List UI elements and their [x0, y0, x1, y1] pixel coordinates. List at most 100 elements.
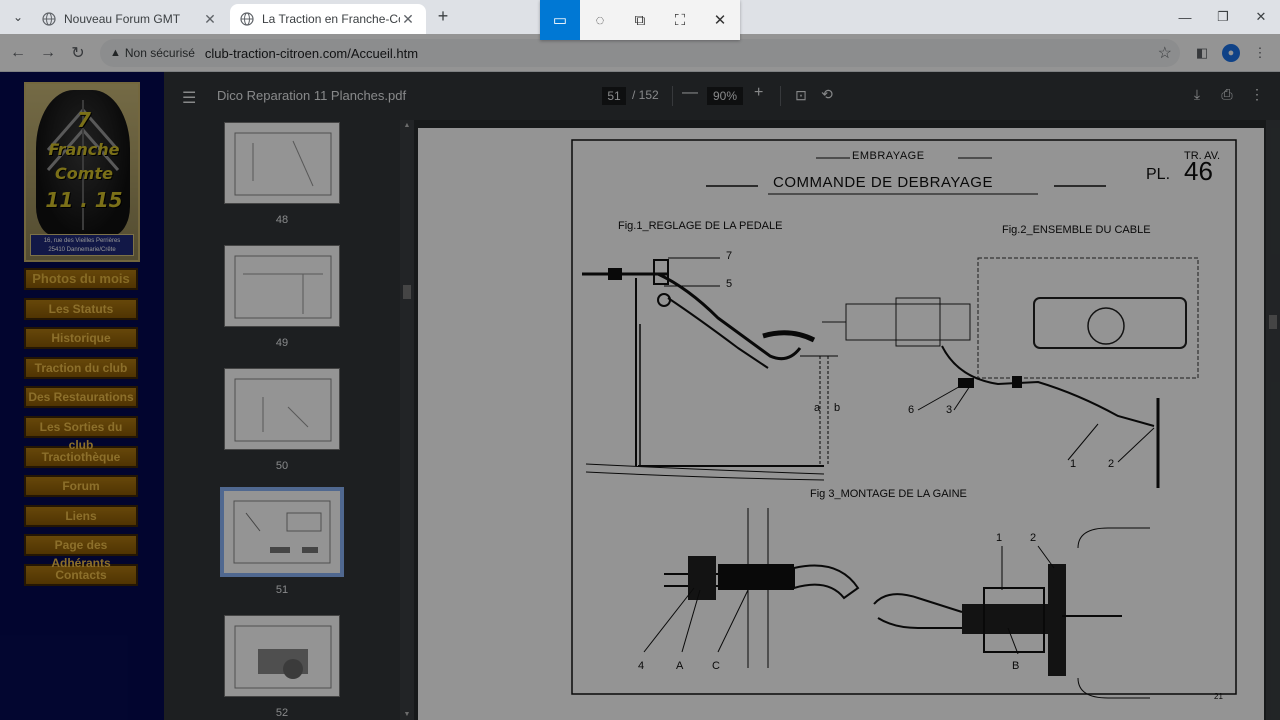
thumbnail-49[interactable]	[224, 245, 340, 327]
thumbnail-preview	[234, 378, 332, 442]
new-tab-button[interactable]: +	[432, 6, 454, 27]
menu-forum[interactable]: Forum	[24, 475, 138, 498]
globe-icon	[42, 12, 56, 26]
fig2-cable-drawing	[822, 257, 1199, 488]
url-text[interactable]: club-traction-citroen.com/Accueil.htm	[205, 46, 418, 61]
page-pl-label: PL.	[1146, 166, 1171, 183]
toolbar-icons: ◧ ● ⋮	[1190, 41, 1272, 65]
menu-les-statuts[interactable]: Les Statuts	[24, 297, 138, 320]
menu-kebab-icon[interactable]: ⋮	[1248, 41, 1272, 65]
tab-search-button[interactable]: ⌄	[8, 7, 28, 27]
label-fig3-2: 2	[1030, 532, 1037, 544]
fullscreen-snip-icon[interactable]: ⛶	[660, 0, 700, 40]
scrollbar-thumb[interactable]	[1269, 315, 1277, 329]
close-icon[interactable]: ✕	[400, 11, 416, 28]
thumbnail-preview	[234, 255, 332, 319]
page-main-title: COMMANDE DE DEBRAYAGE	[773, 174, 993, 191]
close-window-icon[interactable]: ✕	[1242, 0, 1280, 34]
side-panel-icon[interactable]: ◧	[1190, 41, 1214, 65]
label-B: B	[1012, 660, 1020, 672]
document-view[interactable]: EMBRAYAGE COMMANDE DE DEBRAYAGE TR. AV. …	[414, 120, 1266, 720]
window-controls: — ❐ ✕	[1166, 0, 1280, 34]
window-snip-icon[interactable]: ⧉	[620, 0, 660, 40]
freeform-snip-icon[interactable]: ◌	[580, 0, 620, 40]
thumbnail-preview	[233, 500, 331, 564]
document-scrollbar[interactable]	[1266, 120, 1280, 720]
label-b: b	[834, 402, 841, 414]
label-6: 6	[908, 404, 915, 416]
warning-icon: ▲	[110, 47, 121, 59]
minimize-icon[interactable]: —	[1166, 0, 1204, 34]
logo-text-comte: Comte	[55, 164, 113, 183]
tab-title: Nouveau Forum GMT	[64, 12, 181, 26]
menu-traction-du-club[interactable]: Traction du club	[24, 356, 138, 379]
menu-icon[interactable]: ☰	[182, 88, 196, 108]
site-menu: Photos du mois Les Statuts Historique Tr…	[24, 268, 140, 594]
close-snip-icon[interactable]: ✕	[700, 0, 740, 40]
page-number-input[interactable]: 51	[602, 87, 626, 105]
security-label: Non sécurisé	[124, 46, 195, 60]
globe-icon	[240, 12, 254, 26]
divider	[780, 86, 781, 106]
tab-nouveau-forum[interactable]: Nouveau Forum GMT ✕	[32, 4, 228, 34]
thumbnail-number: 49	[275, 337, 289, 349]
zoom-in-icon[interactable]: +	[754, 84, 763, 102]
download-icon[interactable]: ⤓	[1188, 86, 1206, 104]
rectangle-snip-icon[interactable]: ▭	[540, 0, 580, 40]
thumbnail-48[interactable]	[224, 122, 340, 204]
pdf-page-51: EMBRAYAGE COMMANDE DE DEBRAYAGE TR. AV. …	[418, 128, 1264, 720]
pdf-actions: ⤓ ⎙ ⋮	[1188, 86, 1266, 104]
thumbnail-preview	[234, 625, 332, 689]
zoom-out-icon[interactable]: —	[682, 84, 698, 102]
reload-icon[interactable]: ↻	[66, 41, 90, 65]
more-options-icon[interactable]: ⋮	[1248, 86, 1266, 104]
scrollbar-thumb[interactable]	[403, 285, 411, 299]
address-bar[interactable]: ▲ Non sécurisé club-traction-citroen.com…	[100, 39, 1180, 67]
tab-la-traction[interactable]: La Traction en Franche-Comté ✕	[230, 4, 426, 34]
thumbnail-50[interactable]	[224, 368, 340, 450]
menu-contacts[interactable]: Contacts	[24, 563, 138, 586]
label-3: 3	[946, 404, 953, 416]
menu-liens[interactable]: Liens	[24, 504, 138, 527]
page-pl-number: 46	[1184, 156, 1213, 186]
page-footer-number: 21	[1214, 692, 1223, 701]
label-4: 4	[638, 660, 645, 672]
thumbnail-number: 48	[275, 214, 289, 226]
menu-des-restaurations[interactable]: Des Restaurations	[24, 386, 138, 409]
forward-icon[interactable]: →	[36, 41, 60, 65]
profile-avatar-icon[interactable]: ●	[1222, 44, 1240, 62]
logo-address: 16, rue des Vieilles Perrières 25410 Dan…	[30, 234, 134, 256]
bookmark-star-icon[interactable]: ☆	[1158, 43, 1172, 63]
zoom-input[interactable]: 90%	[707, 87, 743, 105]
thumbnail-scrollbar[interactable]: ▲ ▼	[400, 120, 414, 720]
snip-toolbar: ▭ ◌ ⧉ ⛶ ✕	[540, 0, 740, 40]
scroll-down-arrow[interactable]: ▼	[400, 711, 414, 718]
back-icon[interactable]: ←	[6, 41, 30, 65]
thumbnail-number: 52	[275, 707, 289, 719]
club-logo[interactable]: 7 Franche Comte 11 . 15 16, rue des Viei…	[24, 82, 140, 262]
fit-to-page-icon[interactable]: ⊡	[792, 87, 810, 105]
label-7: 7	[726, 250, 733, 262]
address-line-1: 16, rue des Vieilles Perrières	[43, 238, 121, 244]
site-sidebar: 7 Franche Comte 11 . 15 16, rue des Viei…	[0, 72, 164, 720]
technical-drawing	[571, 139, 1237, 699]
menu-les-sorties-du-club[interactable]: Les Sorties du club	[24, 415, 138, 452]
fig1-pedal-drawing	[582, 257, 838, 481]
menu-page-des-adherants[interactable]: Page des Adhérants	[24, 534, 138, 570]
print-icon[interactable]: ⎙	[1218, 86, 1236, 104]
pdf-toolbar: ☰ Dico Reparation 11 Planches.pdf 51 / 1…	[164, 72, 1280, 120]
page-total: / 152	[632, 88, 659, 102]
thumbnail-51[interactable]	[220, 487, 344, 577]
scroll-up-arrow[interactable]: ▲	[400, 122, 414, 129]
label-C: C	[712, 660, 720, 672]
menu-photos-du-mois[interactable]: Photos du mois	[24, 268, 138, 290]
logo-text-7: 7	[77, 108, 91, 132]
thumbnail-preview	[234, 132, 332, 196]
thumbnail-number: 51	[275, 584, 289, 596]
rotate-icon[interactable]: ⟲	[818, 86, 836, 104]
restore-icon[interactable]: ❐	[1204, 0, 1242, 34]
menu-historique[interactable]: Historique	[24, 327, 138, 350]
thumbnail-52[interactable]	[224, 615, 340, 697]
menu-tractiotheque[interactable]: Tractiothèque	[24, 445, 138, 468]
close-icon[interactable]: ✕	[202, 11, 218, 28]
